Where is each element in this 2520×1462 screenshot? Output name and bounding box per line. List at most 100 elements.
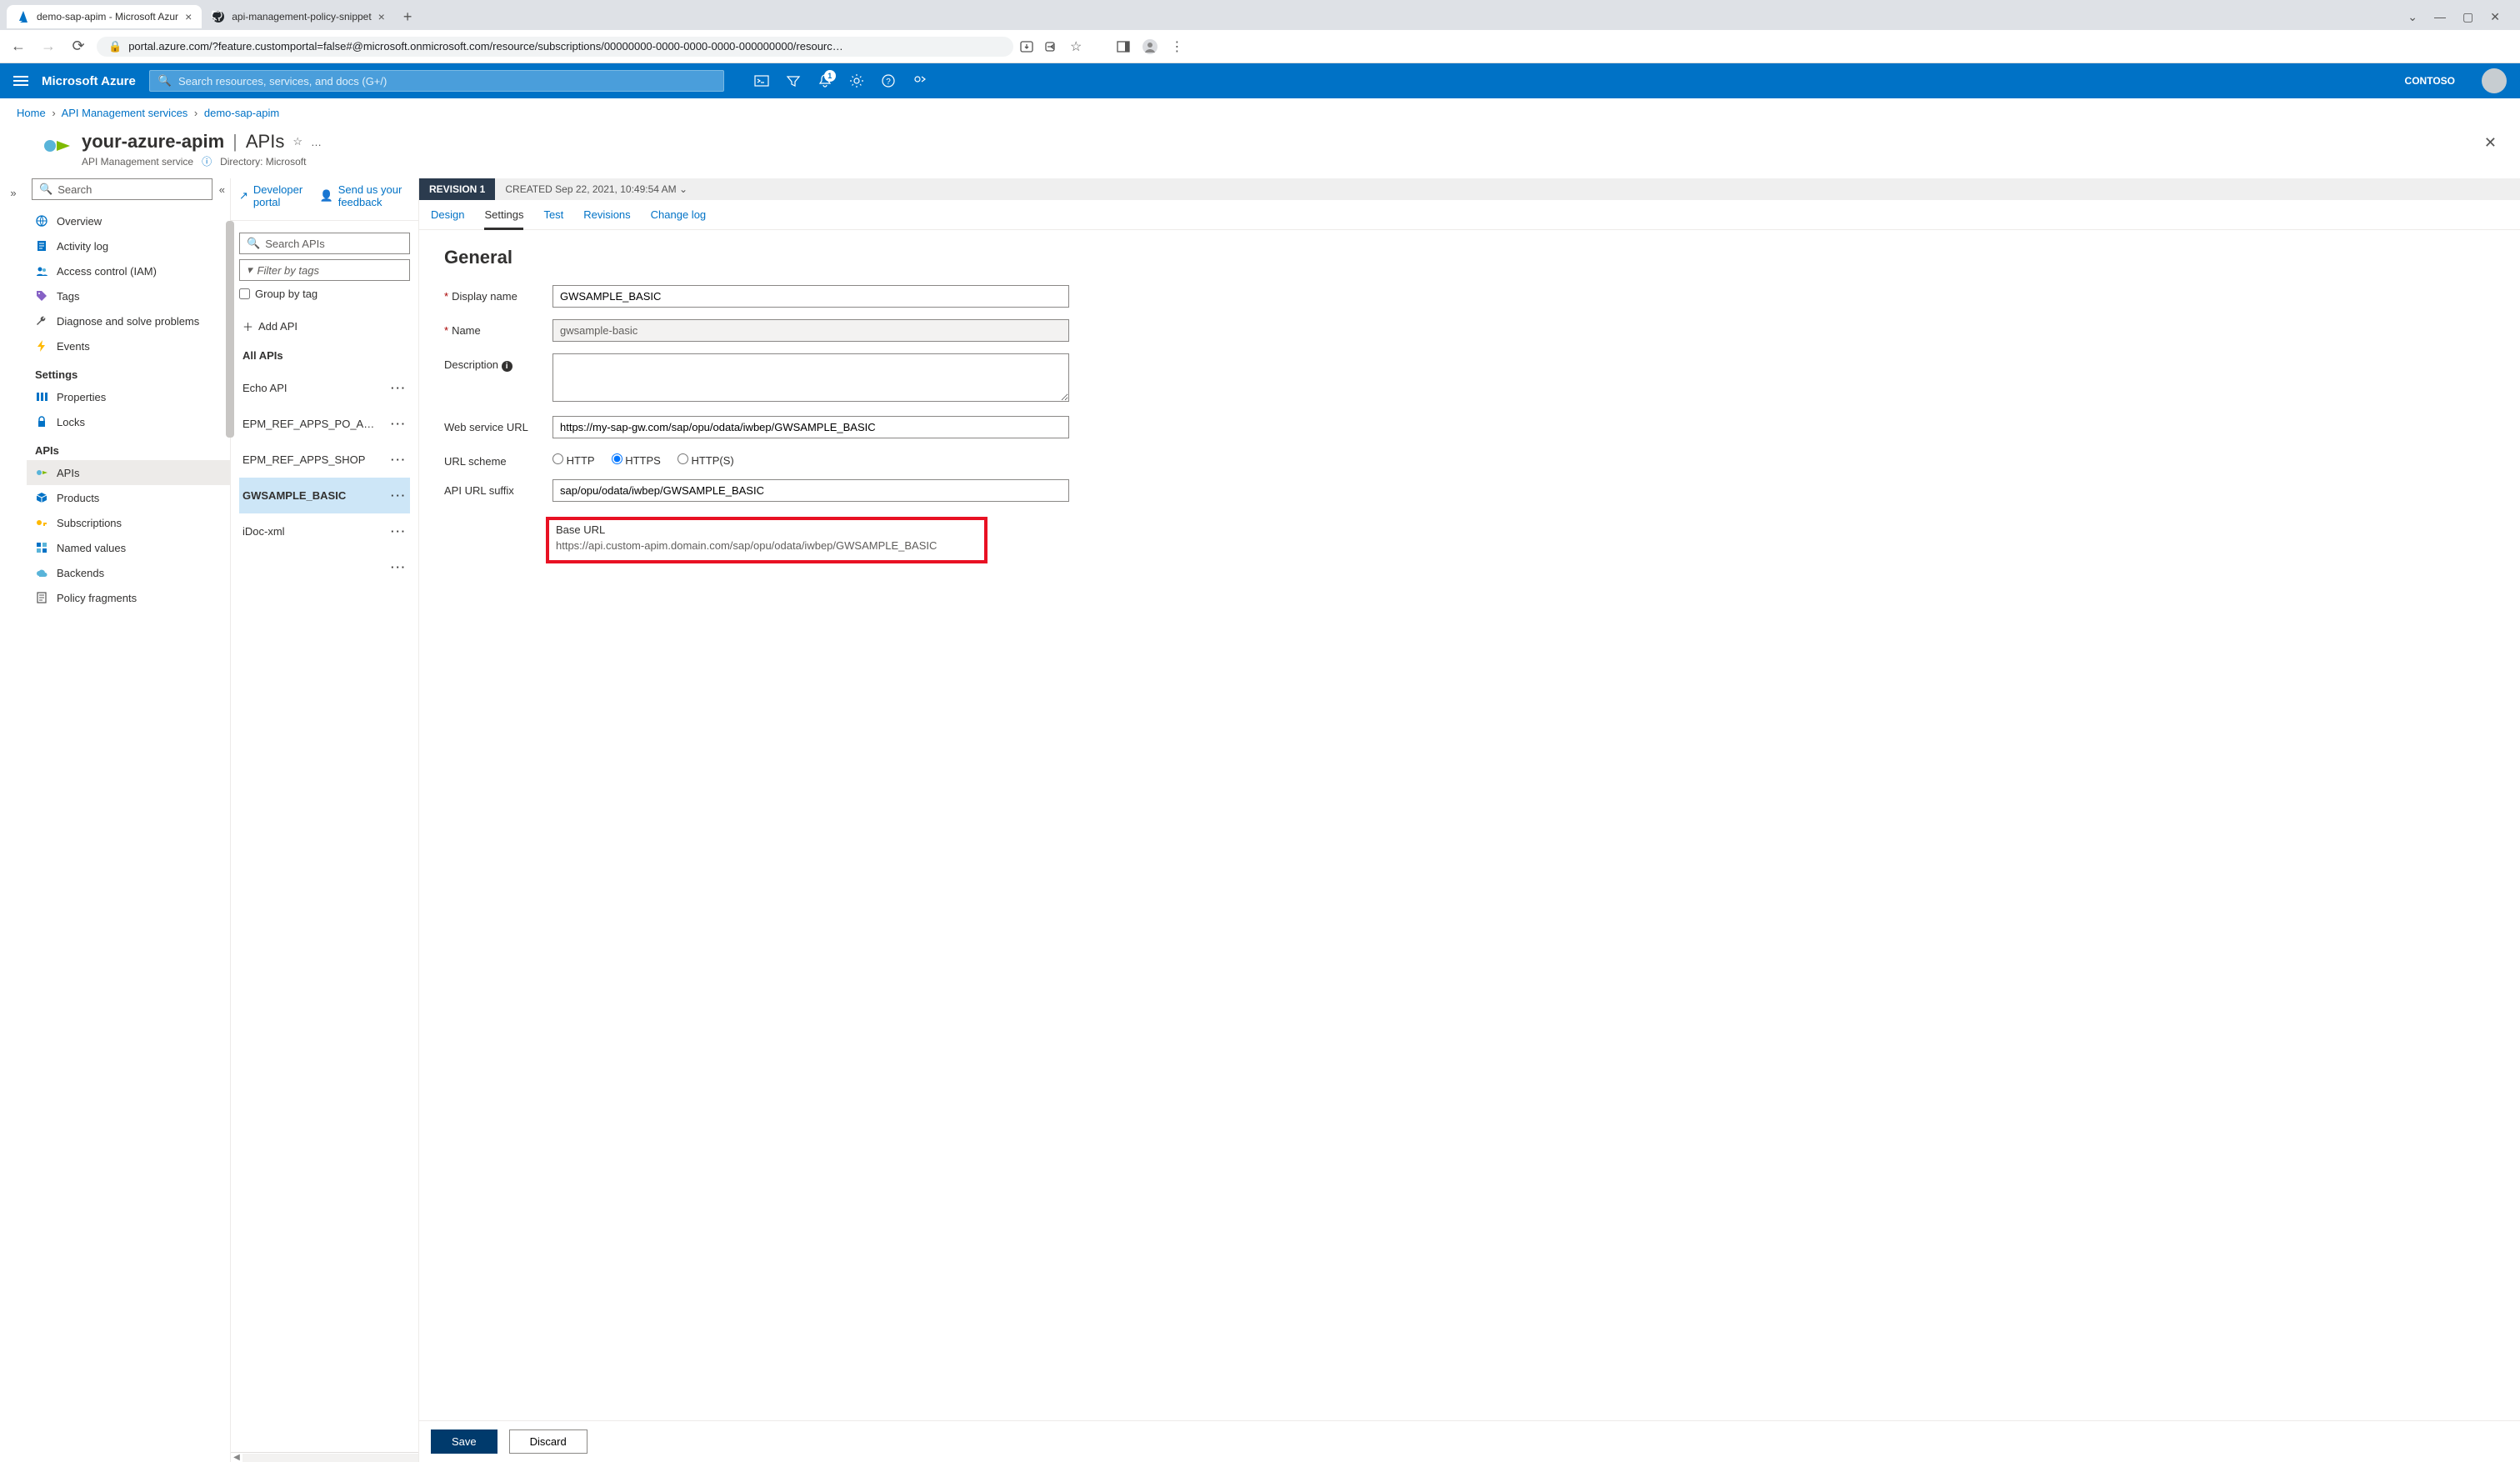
profile-icon[interactable]	[1142, 38, 1158, 55]
more-actions-icon[interactable]: …	[311, 136, 322, 148]
detail-tabs: Design Settings Test Revisions Change lo…	[419, 200, 2520, 230]
scroll-left-icon[interactable]: ◀	[231, 1453, 242, 1462]
sidebar-search-input[interactable]: 🔍 Search	[32, 178, 212, 200]
sidebar-expand-toggle[interactable]: »	[0, 178, 27, 1462]
sidebar-item-tags[interactable]: Tags	[27, 283, 230, 308]
tenant-name[interactable]: CONTOSO	[2405, 75, 2455, 87]
sidebar-item-access-control[interactable]: Access control (IAM)	[27, 258, 230, 283]
sidebar-item-events[interactable]: Events	[27, 333, 230, 358]
group-by-tag-checkbox[interactable]: Group by tag	[239, 288, 410, 300]
cloud-shell-icon[interactable]	[754, 73, 769, 88]
browser-action-icons: ☆ ⋮	[1020, 38, 1183, 55]
sidebar-item-backends[interactable]: Backends	[27, 560, 230, 585]
sidebar-item-overview[interactable]: Overview	[27, 208, 230, 233]
feedback-link[interactable]: 👤Send us your feedback	[320, 183, 410, 208]
user-avatar[interactable]	[2482, 68, 2507, 93]
notifications-icon[interactable]: 1	[818, 73, 832, 88]
azure-global-search[interactable]: 🔍 Search resources, services, and docs (…	[149, 70, 724, 92]
sidebar-search-placeholder: Search	[58, 183, 92, 196]
tab-close-icon[interactable]: ×	[378, 10, 385, 23]
sidebar-item-policy-fragments[interactable]: Policy fragments	[27, 585, 230, 610]
bookmark-star-icon[interactable]: ☆	[1070, 38, 1082, 55]
api-url-suffix-input[interactable]	[552, 479, 1069, 502]
notification-badge: 1	[824, 70, 836, 82]
close-window-icon[interactable]: ✕	[2490, 10, 2500, 24]
display-name-input[interactable]	[552, 285, 1069, 308]
api-item-more-icon[interactable]: ···	[391, 418, 407, 430]
url-scheme-http[interactable]: HTTP	[552, 453, 595, 467]
breadcrumb-service[interactable]: API Management services	[62, 107, 188, 119]
api-item-more-icon[interactable]: ···	[391, 382, 407, 394]
revision-badge[interactable]: REVISION 1	[419, 178, 495, 200]
back-button[interactable]: ←	[7, 35, 30, 58]
api-item-epm-po[interactable]: EPM_REF_APPS_PO_A…···	[239, 406, 410, 442]
info-icon[interactable]: i	[502, 361, 512, 372]
breadcrumb-resource[interactable]: demo-sap-apim	[204, 107, 279, 119]
filter-icon[interactable]	[786, 73, 801, 88]
forward-button[interactable]: →	[37, 35, 60, 58]
azure-brand[interactable]: Microsoft Azure	[42, 74, 136, 88]
new-tab-button[interactable]: +	[395, 5, 421, 29]
tab-design[interactable]: Design	[431, 208, 464, 229]
hamburger-menu-button[interactable]	[13, 76, 28, 86]
sidebar-item-named-values[interactable]: Named values	[27, 535, 230, 560]
horizontal-scrollbar[interactable]: ◀	[231, 1452, 418, 1462]
browser-tab-inactive[interactable]: api-management-policy-snippet ×	[202, 5, 395, 28]
url-scheme-both[interactable]: HTTP(S)	[678, 453, 734, 467]
api-item-blank[interactable]: ···	[239, 549, 410, 585]
sidebar-item-activity-log[interactable]: Activity log	[27, 233, 230, 258]
browser-tab-title: api-management-policy-snippet	[232, 11, 371, 23]
sidebar-item-properties[interactable]: Properties	[27, 384, 230, 409]
sidebar-item-apis[interactable]: APIs	[27, 460, 230, 485]
share-icon[interactable]	[1045, 40, 1058, 53]
tab-revisions[interactable]: Revisions	[583, 208, 630, 229]
browser-tab-active[interactable]: demo-sap-apim - Microsoft Azur ×	[7, 5, 202, 28]
sidebar-collapse-icon[interactable]: «	[219, 183, 225, 196]
sidebar-item-diagnose[interactable]: Diagnose and solve problems	[27, 308, 230, 333]
description-input[interactable]	[552, 353, 1069, 402]
sidebar-item-products[interactable]: Products	[27, 485, 230, 510]
scrollbar-thumb[interactable]	[226, 221, 234, 438]
search-apis-input[interactable]: 🔍Search APIs	[239, 233, 410, 254]
tab-test[interactable]: Test	[543, 208, 563, 229]
settings-gear-icon[interactable]	[849, 73, 864, 88]
api-item-more-icon[interactable]: ···	[391, 561, 407, 573]
tab-settings[interactable]: Settings	[484, 208, 523, 230]
chrome-menu-icon[interactable]: ⋮	[1170, 38, 1183, 55]
breadcrumb-home[interactable]: Home	[17, 107, 46, 119]
install-app-icon[interactable]	[1020, 40, 1033, 53]
tab-close-icon[interactable]: ×	[185, 10, 192, 23]
sidebar-item-subscriptions[interactable]: Subscriptions	[27, 510, 230, 535]
nav-label: Subscriptions	[57, 517, 122, 529]
api-item-echo[interactable]: Echo API···	[239, 370, 410, 406]
web-service-url-input[interactable]	[552, 416, 1069, 438]
minimize-icon[interactable]: —	[2434, 10, 2446, 24]
api-item-epm-shop[interactable]: EPM_REF_APPS_SHOP···	[239, 442, 410, 478]
add-api-button[interactable]: ＋Add API	[239, 312, 410, 341]
close-blade-icon[interactable]: ✕	[2478, 131, 2503, 155]
side-panel-icon[interactable]	[1117, 40, 1130, 53]
maximize-icon[interactable]: ▢	[2462, 10, 2473, 24]
api-item-more-icon[interactable]: ···	[391, 453, 407, 466]
api-item-idoc[interactable]: iDoc-xml···	[239, 513, 410, 549]
base-url-label: Base URL	[556, 523, 978, 536]
info-icon[interactable]: ⓘ	[202, 154, 212, 168]
api-item-more-icon[interactable]: ···	[391, 489, 407, 502]
sidebar-item-locks[interactable]: Locks	[27, 409, 230, 434]
url-scheme-https[interactable]: HTTPS	[612, 453, 661, 467]
reload-button[interactable]: ⟳	[67, 35, 90, 58]
nav-label: Tags	[57, 290, 79, 303]
field-api-url-suffix: API URL suffix	[444, 479, 2495, 502]
help-icon[interactable]: ?	[881, 73, 896, 88]
tab-change-log[interactable]: Change log	[651, 208, 707, 229]
filter-tags-input[interactable]: ▾Filter by tags	[239, 259, 410, 281]
all-apis-heading[interactable]: All APIs	[239, 341, 410, 370]
url-input[interactable]: 🔒 portal.azure.com/?feature.customportal…	[97, 37, 1013, 57]
feedback-icon[interactable]	[912, 73, 928, 88]
revision-meta[interactable]: CREATED Sep 22, 2021, 10:49:54 AM ⌄	[495, 178, 698, 200]
api-item-more-icon[interactable]: ···	[391, 525, 407, 538]
api-item-gwsample[interactable]: GWSAMPLE_BASIC···	[239, 478, 410, 513]
chevron-down-icon[interactable]: ⌄	[2408, 10, 2418, 24]
developer-portal-link[interactable]: ↗Developer portal	[239, 183, 305, 208]
pin-star-icon[interactable]: ☆	[292, 135, 302, 148]
